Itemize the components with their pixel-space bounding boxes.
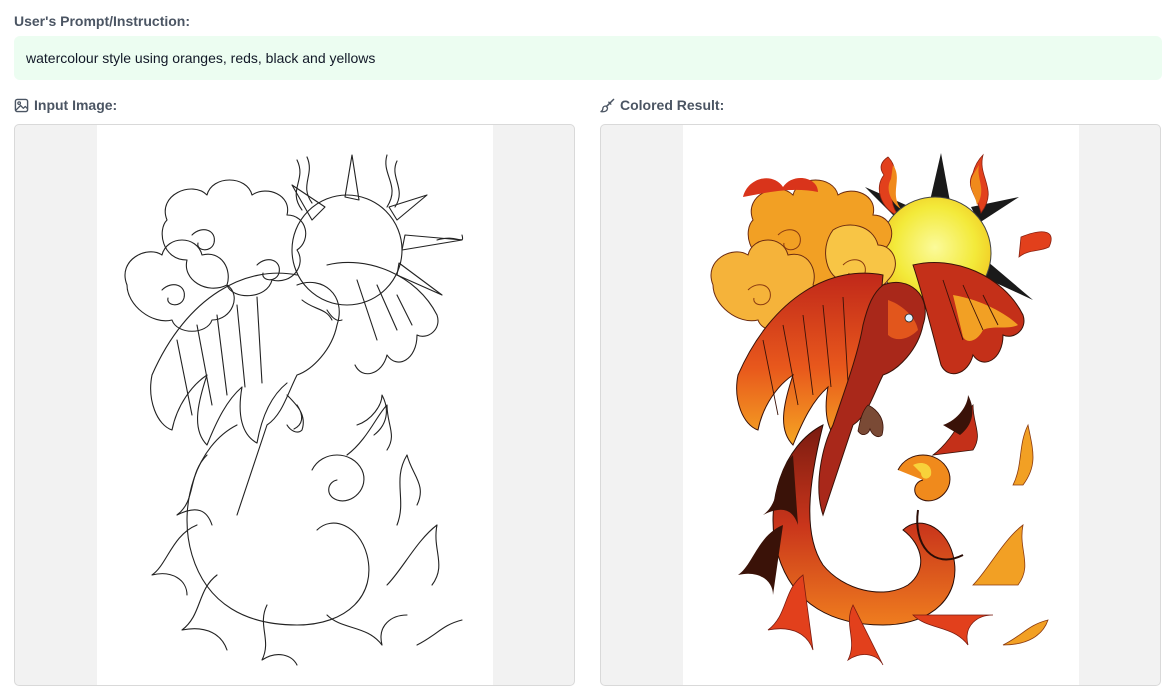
phoenix-colored-art	[710, 153, 1052, 666]
app-root: User's Prompt/Instruction: watercolour s…	[0, 0, 1175, 700]
prompt-label: User's Prompt/Instruction:	[14, 13, 191, 29]
colored-result-panel	[600, 124, 1161, 686]
colored-result-header: Colored Result:	[600, 97, 724, 113]
image-icon	[14, 98, 29, 113]
phoenix-line-art	[124, 154, 464, 666]
prompt-text: watercolour style using oranges, reds, b…	[26, 50, 376, 66]
input-image-panel	[14, 124, 575, 686]
input-image-header: Input Image:	[14, 97, 117, 113]
brush-icon	[600, 98, 615, 113]
colored-result-image	[683, 125, 1079, 685]
input-image-label: Input Image:	[34, 97, 118, 113]
input-line-art-image	[97, 125, 493, 685]
prompt-text-box: watercolour style using oranges, reds, b…	[14, 36, 1162, 80]
colored-result-label: Colored Result:	[620, 97, 725, 113]
